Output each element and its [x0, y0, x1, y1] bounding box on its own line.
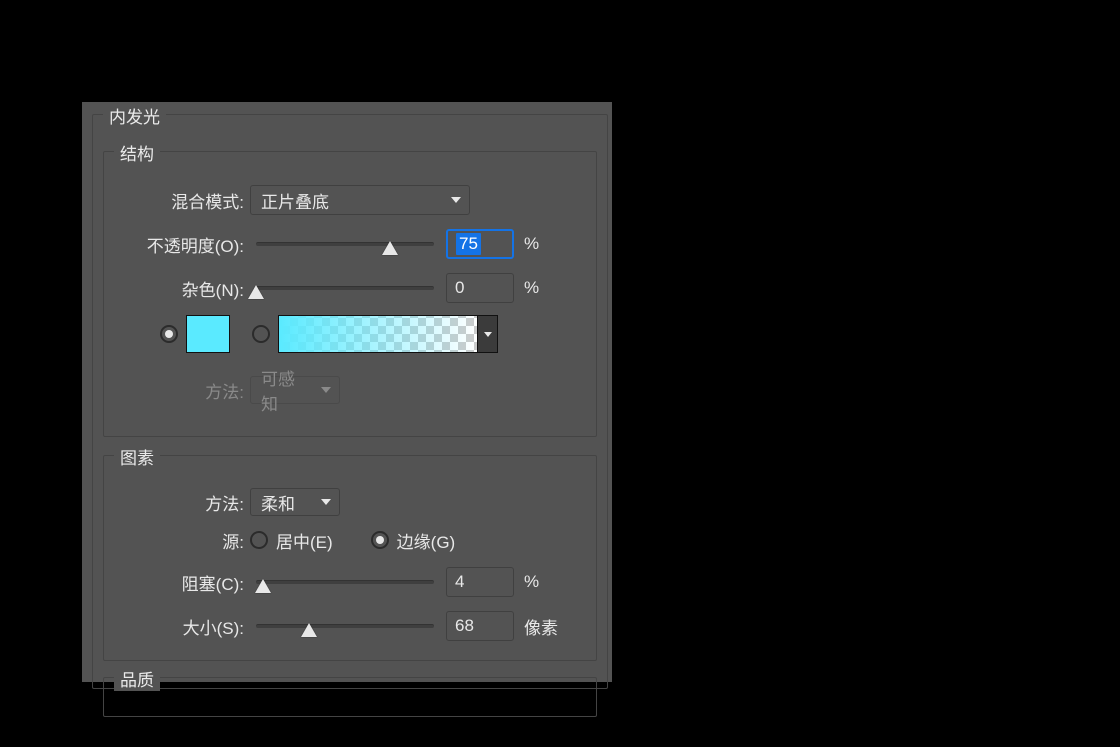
source-label: 源:	[104, 528, 250, 553]
source-edge-radio[interactable]	[371, 531, 389, 549]
noise-unit: %	[524, 278, 539, 298]
blend-mode-label: 混合模式:	[104, 188, 250, 213]
method-value: 可感知	[261, 365, 311, 415]
quality-title: 品质	[114, 666, 160, 691]
choke-slider-thumb[interactable]	[255, 579, 271, 593]
gradient-preview[interactable]	[278, 315, 478, 353]
radio-dot-icon	[376, 536, 384, 544]
choke-unit: %	[524, 572, 539, 592]
chevron-down-icon	[451, 197, 461, 203]
size-slider-thumb[interactable]	[301, 623, 317, 637]
blend-mode-select[interactable]: 正片叠底	[250, 185, 470, 215]
source-center-radio[interactable]	[250, 531, 268, 549]
opacity-slider-thumb[interactable]	[382, 241, 398, 255]
size-slider[interactable]	[256, 624, 434, 628]
technique-value: 柔和	[261, 490, 295, 515]
elements-title: 图素	[114, 444, 160, 469]
opacity-input[interactable]: 75	[446, 229, 514, 259]
method-select: 可感知	[250, 376, 340, 404]
structure-title: 结构	[114, 140, 160, 165]
blend-mode-value: 正片叠底	[261, 188, 329, 213]
noise-value: 0	[455, 278, 464, 298]
color-gradient-radio[interactable]	[252, 325, 270, 343]
size-unit: 像素	[524, 614, 558, 639]
chevron-down-icon	[321, 387, 331, 393]
color-swatch[interactable]	[186, 315, 230, 353]
choke-input[interactable]: 4	[446, 567, 514, 597]
noise-input[interactable]: 0	[446, 273, 514, 303]
elements-group: 图素 方法: 柔和 源: 居中(E) 边缘(G) 阻塞(C):	[103, 455, 597, 661]
gradient-picker-button[interactable]	[478, 315, 498, 353]
choke-label: 阻塞(C):	[104, 570, 250, 595]
technique-label: 方法:	[104, 490, 250, 515]
choke-slider[interactable]	[256, 580, 434, 584]
chevron-down-icon	[484, 332, 492, 337]
structure-group: 结构 混合模式: 正片叠底 不透明度(O): 75 % 杂色(N):	[103, 151, 597, 437]
method-label: 方法:	[104, 378, 250, 403]
color-solid-radio[interactable]	[160, 325, 178, 343]
radio-dot-icon	[165, 330, 173, 338]
chevron-down-icon	[321, 499, 331, 505]
noise-slider[interactable]	[256, 286, 434, 290]
inner-glow-panel: 内发光 结构 混合模式: 正片叠底 不透明度(O): 75 %	[82, 102, 612, 682]
source-center-label: 居中(E)	[276, 528, 333, 553]
source-edge-label: 边缘(G)	[397, 528, 456, 553]
size-input[interactable]: 68	[446, 611, 514, 641]
noise-slider-thumb[interactable]	[248, 285, 264, 299]
opacity-unit: %	[524, 234, 539, 254]
choke-value: 4	[455, 572, 464, 592]
quality-group: 品质	[103, 677, 597, 717]
inner-glow-group: 内发光 结构 混合模式: 正片叠底 不透明度(O): 75 %	[92, 114, 608, 689]
technique-select[interactable]: 柔和	[250, 488, 340, 516]
noise-label: 杂色(N):	[104, 276, 250, 301]
opacity-value: 75	[456, 233, 481, 255]
size-value: 68	[455, 616, 474, 636]
size-label: 大小(S):	[104, 614, 250, 639]
inner-glow-title: 内发光	[103, 103, 166, 128]
opacity-label: 不透明度(O):	[104, 232, 250, 257]
opacity-slider[interactable]	[256, 242, 434, 246]
